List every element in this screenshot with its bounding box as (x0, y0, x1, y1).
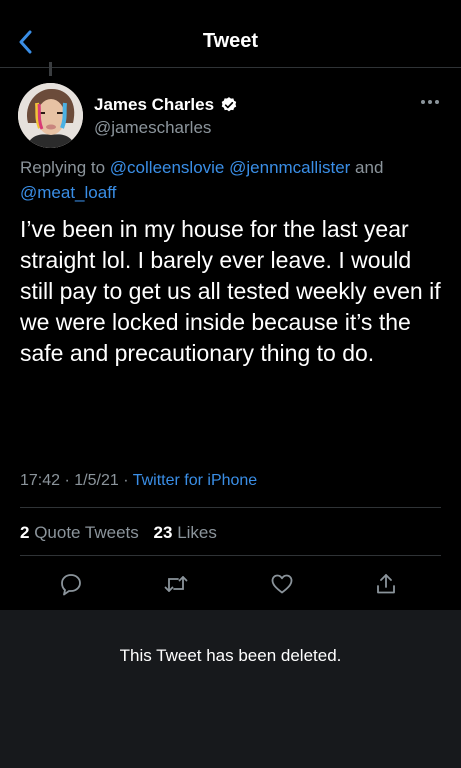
meta-separator: · (64, 472, 70, 489)
more-options-icon (421, 100, 439, 104)
meta-separator: · (123, 472, 129, 489)
like-count: 23 (153, 523, 173, 542)
retweet-button[interactable] (160, 568, 192, 600)
quote-count: 2 (20, 523, 30, 542)
reply-mention-link[interactable]: @jennmcallister (229, 158, 350, 177)
reply-button[interactable] (55, 568, 87, 600)
like-icon (271, 574, 293, 594)
divider (20, 507, 441, 508)
tweet-text: I’ve been in my house for the last year … (20, 216, 441, 366)
like-button[interactable] (266, 568, 298, 600)
more-options-button[interactable] (415, 92, 445, 112)
likes-stat[interactable]: 23 Likes (154, 523, 217, 542)
reply-icon (61, 574, 81, 596)
tweet-time: 17:42 (20, 472, 61, 489)
engagement-stats: 2 Quote Tweets 23 Likes (20, 523, 227, 543)
quote-tweets-stat[interactable]: 2 Quote Tweets (20, 523, 144, 542)
author-handle[interactable]: @jamescharles (94, 118, 211, 138)
page-title: Tweet (202, 30, 259, 52)
reply-and-text: and (355, 158, 384, 177)
deleted-tweet-notice: This Tweet has been deleted. (0, 610, 461, 768)
top-bar: Tweet (0, 0, 461, 68)
reply-mention-link[interactable]: @colleenslovie (110, 158, 225, 177)
share-button[interactable] (370, 568, 402, 600)
like-label: Likes (177, 523, 217, 542)
tweet-meta: 17:42 · 1/5/21 · Twitter for iPhone (20, 472, 257, 490)
tweet-source-link[interactable]: Twitter for iPhone (133, 472, 258, 489)
share-icon (377, 574, 395, 594)
replying-prefix: Replying to (20, 158, 106, 177)
tweet-date: 1/5/21 (74, 472, 119, 489)
replying-to: Replying to @colleenslovie @jennmcallist… (20, 155, 440, 205)
verified-badge-icon (221, 97, 237, 112)
divider (20, 555, 441, 556)
action-bar (0, 568, 461, 600)
quote-label: Quote Tweets (34, 523, 139, 542)
deleted-notice-text: This Tweet has been deleted. (119, 646, 342, 665)
author-name-row: James Charles (94, 95, 238, 115)
author-name[interactable]: James Charles (94, 95, 214, 115)
avatar[interactable] (18, 83, 83, 148)
retweet-icon (164, 576, 188, 592)
thread-line (49, 62, 52, 76)
reply-mention-link[interactable]: @meat_loaff (20, 183, 116, 202)
